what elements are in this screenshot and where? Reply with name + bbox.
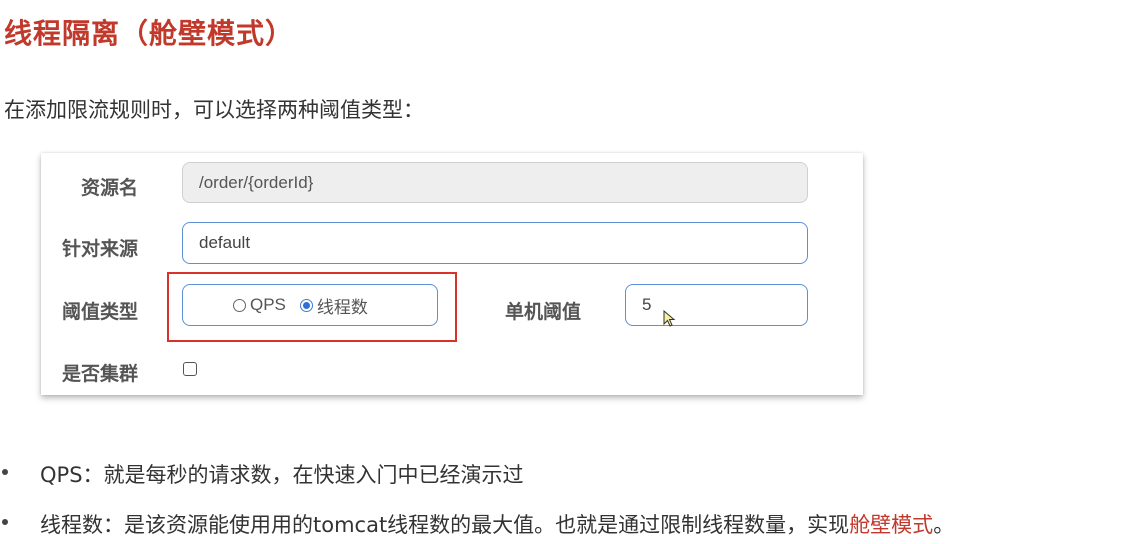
resource-name-input[interactable]: /order/{orderId}: [182, 162, 808, 203]
mouse-cursor-icon: [663, 310, 676, 327]
highlight-annotation-box: [167, 272, 457, 342]
threshold-type-label: 阈值类型: [62, 301, 139, 323]
source-label: 针对来源: [62, 238, 139, 260]
resource-name-label: 资源名: [81, 177, 139, 199]
bullet-text-thread: 线程数：是该资源能使用用的tomcat线程数的最大值。也就是通过限制线程数量，实…: [40, 509, 954, 539]
page-title: 线程隔离（舱壁模式）: [4, 17, 295, 50]
bullet-text-qps: QPS：就是每秒的请求数，在快速入门中已经演示过: [40, 463, 524, 487]
bullet-text-thread-main: 线程数：是该资源能使用用的tomcat线程数的最大值。也就是通过限制线程数量，实…: [40, 513, 850, 537]
bullet-text-thread-end: 。: [933, 513, 955, 537]
single-threshold-input[interactable]: 5: [625, 284, 808, 326]
single-threshold-label: 单机阈值: [505, 301, 582, 323]
source-input[interactable]: default: [182, 222, 808, 264]
cluster-checkbox[interactable]: [183, 362, 197, 376]
cluster-label: 是否集群: [62, 363, 139, 385]
intro-text: 在添加限流规则时，可以选择两种阈值类型：: [4, 98, 424, 122]
bullet-dot-icon: [2, 469, 8, 475]
bullet-dot-icon: [2, 519, 8, 525]
bullet-text-highlight: 舱壁模式: [849, 513, 934, 537]
